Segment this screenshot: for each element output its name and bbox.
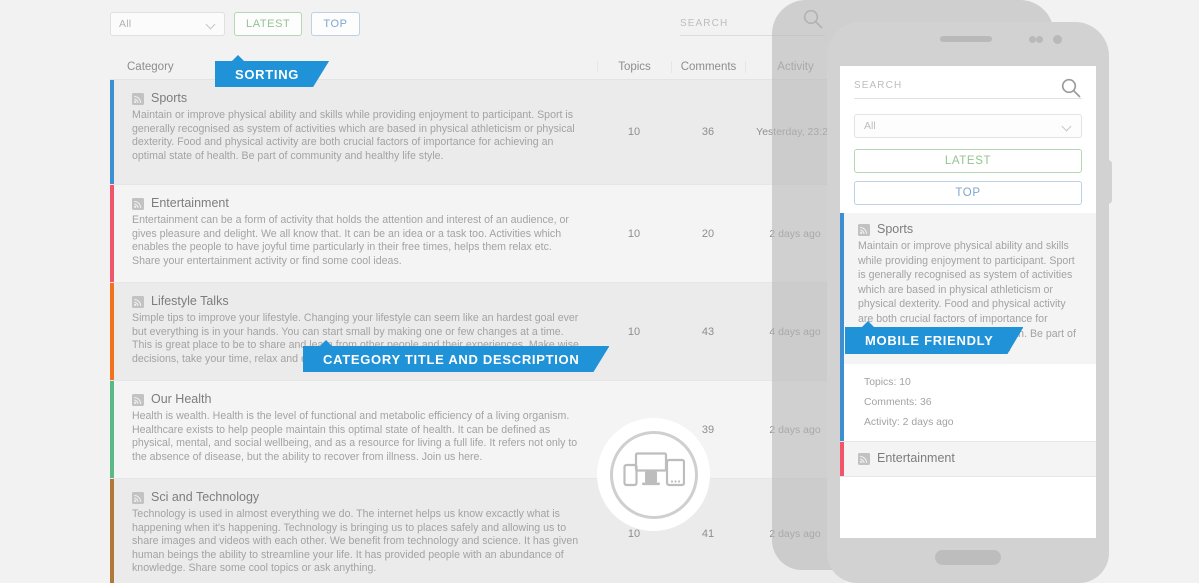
toolbar: All LATEST TOP [110, 12, 360, 36]
table-row[interactable]: Sci and Technology Technology is used in … [110, 479, 845, 583]
category-cell: Our Health Health is wealth. Health is th… [110, 381, 597, 478]
chevron-down-icon [1063, 122, 1072, 131]
phone-sensor-icon [1036, 36, 1043, 43]
screenshot-root: All LATEST TOP SEARCH Category Topics Co… [0, 0, 1199, 583]
callout-ribbon-category-label: CATEGORY TITLE AND DESCRIPTION [323, 351, 580, 367]
callout-ribbon-sorting: SORTING [215, 55, 329, 87]
phone-screen: SEARCH All LATEST TOP Sports Maintain or… [840, 66, 1096, 538]
topics-cell: 10 [627, 126, 641, 138]
phone-category-name: Entertainment [877, 450, 955, 465]
phone-search-input[interactable]: SEARCH [854, 80, 1082, 98]
category-cell: Entertainment Entertainment can be a form… [110, 185, 597, 282]
callout-ribbon-sorting-label: SORTING [235, 66, 300, 82]
phone-category-filter-value: All [864, 120, 876, 132]
category-filter-value: All [119, 18, 132, 30]
phone-search-field[interactable]: SEARCH [854, 77, 1082, 99]
comments-cell: 20 [701, 227, 715, 240]
responsive-badge-ring [609, 430, 698, 519]
category-description: Entertainment can be a form of activity … [132, 214, 569, 267]
row-accent-bar [110, 479, 114, 583]
row-accent-bar [110, 381, 114, 478]
category-title[interactable]: Lifestyle Talks [132, 294, 579, 308]
phone-mockup: SEARCH All LATEST TOP Sports Maintain or… [827, 22, 1109, 583]
row-accent-bar [840, 441, 844, 476]
comments-cell: 43 [701, 325, 715, 338]
category-table: Category Topics Comments Activity Sports… [110, 53, 845, 583]
category-title[interactable]: Our Health [132, 392, 579, 406]
topics-cell: 10 [627, 227, 641, 240]
phone-top-sort-button[interactable]: TOP [854, 181, 1082, 205]
phone-stat-topics: Topics: 10 [864, 376, 911, 388]
phone-category-title[interactable]: Sports [858, 222, 1082, 236]
row-accent-bar [110, 283, 114, 380]
column-header-category[interactable]: Category [110, 61, 597, 73]
category-filter-select[interactable]: All [110, 12, 225, 36]
category-description: Technology is used in almost everything … [132, 508, 579, 574]
rss-icon [858, 452, 870, 465]
category-name: Our Health [151, 392, 212, 406]
category-name: Lifestyle Talks [151, 294, 229, 308]
latest-sort-button[interactable]: LATEST [234, 12, 303, 36]
column-header-comments[interactable]: Comments [671, 61, 745, 73]
category-title[interactable]: Sports [132, 91, 579, 105]
phone-camera-icon [1053, 35, 1062, 44]
table-row[interactable]: Our Health Health is wealth. Health is th… [110, 381, 845, 479]
phone-category-cell: Entertainment [840, 442, 1096, 476]
table-row[interactable]: Sports Maintain or improve physical abili… [110, 80, 845, 185]
category-description: Health is wealth. Health is the level of… [132, 410, 578, 463]
callout-ribbon-mobile: MOBILE FRIENDLY [845, 321, 1023, 354]
rss-icon [132, 393, 144, 406]
phone-category-title[interactable]: Entertainment [858, 451, 1082, 465]
desktop-forum-panel: All LATEST TOP SEARCH Category Topics Co… [0, 0, 845, 583]
responsive-devices-icon [622, 451, 685, 498]
category-name: Entertainment [151, 196, 229, 210]
column-header-topics[interactable]: Topics [597, 61, 671, 73]
phone-latest-sort-button[interactable]: LATEST [854, 149, 1082, 173]
responsive-badge [597, 418, 710, 531]
phone-home-button[interactable] [935, 550, 1001, 565]
table-row[interactable]: Entertainment Entertainment can be a form… [110, 185, 845, 283]
category-title[interactable]: Sci and Technology [132, 490, 579, 504]
top-sort-button[interactable]: TOP [311, 12, 360, 36]
phone-stat-comments: Comments: 36 [864, 396, 932, 408]
category-cell: Sports Maintain or improve physical abili… [110, 80, 597, 184]
phone-stats: Topics: 10 Comments: 36 Activity: 2 days a… [840, 363, 1096, 441]
category-name: Sports [151, 91, 188, 105]
phone-speaker [940, 36, 992, 42]
phone-category-name: Sports [877, 222, 914, 236]
category-name: Sci and Technology [151, 490, 260, 504]
category-title[interactable]: Entertainment [132, 196, 579, 210]
row-accent-bar [840, 213, 844, 441]
callout-ribbon-category: CATEGORY TITLE AND DESCRIPTION [303, 340, 609, 372]
phone-list-item[interactable]: Entertainment [840, 441, 1096, 477]
comments-cell: 36 [701, 126, 715, 138]
category-description: Maintain or improve physical ability and… [132, 109, 575, 162]
row-accent-bar [110, 185, 114, 282]
row-accent-bar [110, 80, 114, 184]
phone-category-filter-select[interactable]: All [854, 114, 1082, 138]
callout-ribbon-mobile-label: MOBILE FRIENDLY [865, 333, 994, 348]
rss-icon [132, 92, 144, 105]
phone-sensor-icon [1029, 36, 1036, 43]
rss-icon [858, 223, 870, 236]
category-cell: Sci and Technology Technology is used in … [110, 479, 597, 583]
chevron-down-icon [207, 20, 216, 29]
rss-icon [132, 295, 144, 308]
phone-controls: SEARCH All LATEST TOP [840, 66, 1096, 205]
rss-icon [132, 197, 144, 210]
search-icon[interactable] [1060, 77, 1082, 99]
rss-icon [132, 491, 144, 504]
phone-search-underline [854, 98, 1082, 99]
phone-stat-activity: Activity: 2 days ago [864, 416, 954, 428]
